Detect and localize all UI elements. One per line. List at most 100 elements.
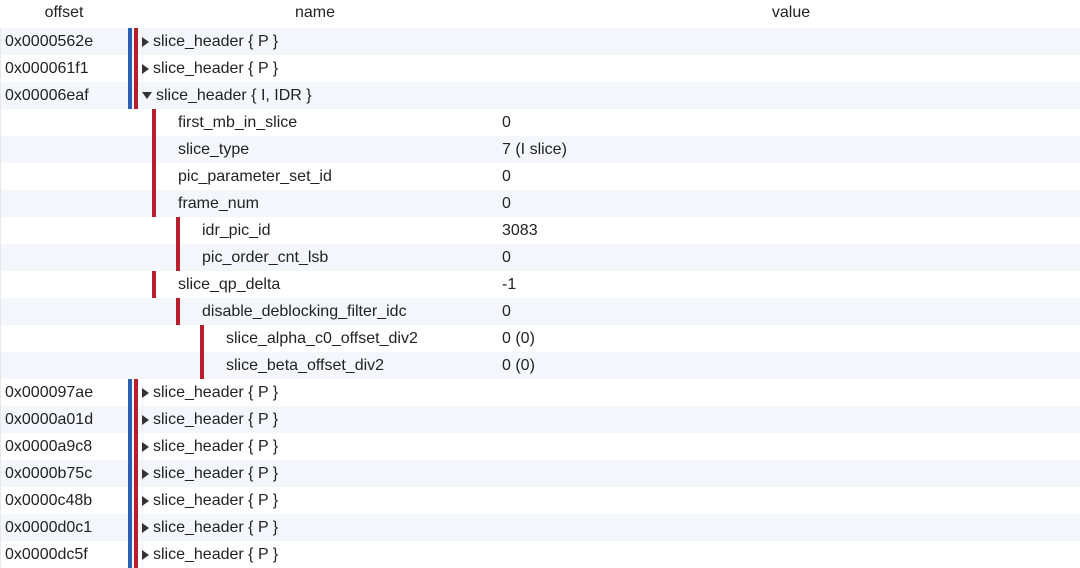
offset-cell: 0x000061f1 [0, 55, 128, 82]
node-label: pic_order_cnt_lsb [194, 244, 328, 271]
tree-row[interactable]: slice_header { P } [128, 487, 502, 514]
expand-icon[interactable] [142, 415, 149, 425]
indent-spacer [152, 365, 176, 366]
indent-spacer [128, 284, 152, 285]
blue-marker-icon [128, 379, 132, 406]
value-cell [502, 379, 1080, 406]
red-marker-icon [134, 406, 138, 433]
value-cell: -1 [502, 271, 1080, 298]
offset-cell: 0x0000a01d [0, 406, 128, 433]
col-header-offset[interactable]: offset [0, 0, 128, 28]
value-cell: 0 [502, 109, 1080, 136]
node-label: first_mb_in_slice [170, 109, 297, 136]
value-cell: 0 [502, 163, 1080, 190]
value-cell [502, 28, 1080, 55]
col-header-name[interactable]: name [128, 0, 502, 28]
offset-cell [0, 298, 128, 325]
node-label: slice_alpha_c0_offset_div2 [218, 325, 418, 352]
tree-row[interactable]: slice_header { I, IDR } [128, 82, 502, 109]
tree-row: frame_num [128, 190, 502, 217]
blue-marker-icon [128, 28, 132, 55]
blue-marker-icon [128, 460, 132, 487]
tree-row[interactable]: slice_header { P } [128, 460, 502, 487]
value-cell [502, 55, 1080, 82]
indent-spacer [128, 203, 152, 204]
offset-cell [0, 271, 128, 298]
value-cell: 7 (I slice) [502, 136, 1080, 163]
value-cell [502, 82, 1080, 109]
expand-icon[interactable] [142, 37, 149, 47]
node-label: slice_header { P } [153, 514, 278, 541]
expand-icon[interactable] [142, 469, 149, 479]
indent-spacer [128, 311, 152, 312]
node-label: slice_header { P } [153, 379, 278, 406]
tree-row: disable_deblocking_filter_idc [128, 298, 502, 325]
tree-row[interactable]: slice_header { P } [128, 28, 502, 55]
tree-row[interactable]: slice_header { P } [128, 406, 502, 433]
offset-cell: 0x0000d0c1 [0, 514, 128, 541]
tree-row[interactable]: slice_header { P } [128, 55, 502, 82]
offset-cell: 0x00006eaf [0, 82, 128, 109]
indent-spacer [152, 230, 176, 231]
expand-icon[interactable] [142, 442, 149, 452]
blue-marker-icon [128, 487, 132, 514]
value-cell: 0 [502, 298, 1080, 325]
tree-row: idr_pic_id [128, 217, 502, 244]
red-marker-icon [134, 487, 138, 514]
tree-row[interactable]: slice_header { P } [128, 514, 502, 541]
col-header-value[interactable]: value [502, 0, 1080, 28]
tree-row[interactable]: slice_header { P } [128, 379, 502, 406]
indent-spacer [128, 257, 152, 258]
blue-marker-icon [128, 406, 132, 433]
node-label: disable_deblocking_filter_idc [194, 298, 407, 325]
tree-row: slice_type [128, 136, 502, 163]
indent-spacer [128, 176, 152, 177]
node-label: slice_header { P } [153, 55, 278, 82]
indent-spacer [152, 311, 176, 312]
red-marker-icon [152, 109, 156, 136]
node-label: frame_num [170, 190, 259, 217]
red-marker-icon [152, 271, 156, 298]
tree-row[interactable]: slice_header { P } [128, 433, 502, 460]
expand-icon[interactable] [142, 64, 149, 74]
node-label: slice_header { P } [153, 433, 278, 460]
indent-spacer [128, 338, 152, 339]
blue-marker-icon [128, 433, 132, 460]
bitstream-tree-table: offset name value 0x0000562eslice_header… [0, 0, 1080, 568]
offset-cell [0, 352, 128, 379]
value-cell: 3083 [502, 217, 1080, 244]
node-label: slice_header { P } [153, 28, 278, 55]
node-label: slice_header { I, IDR } [156, 82, 312, 109]
red-marker-icon [134, 55, 138, 82]
expand-icon[interactable] [142, 550, 149, 560]
node-label: idr_pic_id [194, 217, 270, 244]
red-marker-icon [176, 244, 180, 271]
red-marker-icon [134, 433, 138, 460]
node-label: slice_qp_delta [170, 271, 280, 298]
expand-icon[interactable] [142, 388, 149, 398]
red-marker-icon [152, 190, 156, 217]
offset-cell: 0x0000b75c [0, 460, 128, 487]
tree-row: slice_alpha_c0_offset_div2 [128, 325, 502, 352]
indent-spacer [128, 230, 152, 231]
collapse-icon[interactable] [142, 92, 152, 99]
indent-spacer [128, 365, 152, 366]
blue-marker-icon [128, 514, 132, 541]
value-cell [502, 433, 1080, 460]
node-label: slice_type [170, 136, 249, 163]
node-label: slice_beta_offset_div2 [218, 352, 384, 379]
offset-cell: 0x0000c48b [0, 487, 128, 514]
offset-cell: 0x0000a9c8 [0, 433, 128, 460]
red-marker-icon [152, 163, 156, 190]
offset-cell [0, 325, 128, 352]
red-marker-icon [176, 298, 180, 325]
offset-cell [0, 163, 128, 190]
expand-icon[interactable] [142, 496, 149, 506]
value-cell [502, 487, 1080, 514]
tree-row: slice_beta_offset_div2 [128, 352, 502, 379]
red-marker-icon [134, 28, 138, 55]
expand-icon[interactable] [142, 523, 149, 533]
offset-cell: 0x000097ae [0, 379, 128, 406]
offset-cell [0, 136, 128, 163]
red-marker-icon [134, 514, 138, 541]
